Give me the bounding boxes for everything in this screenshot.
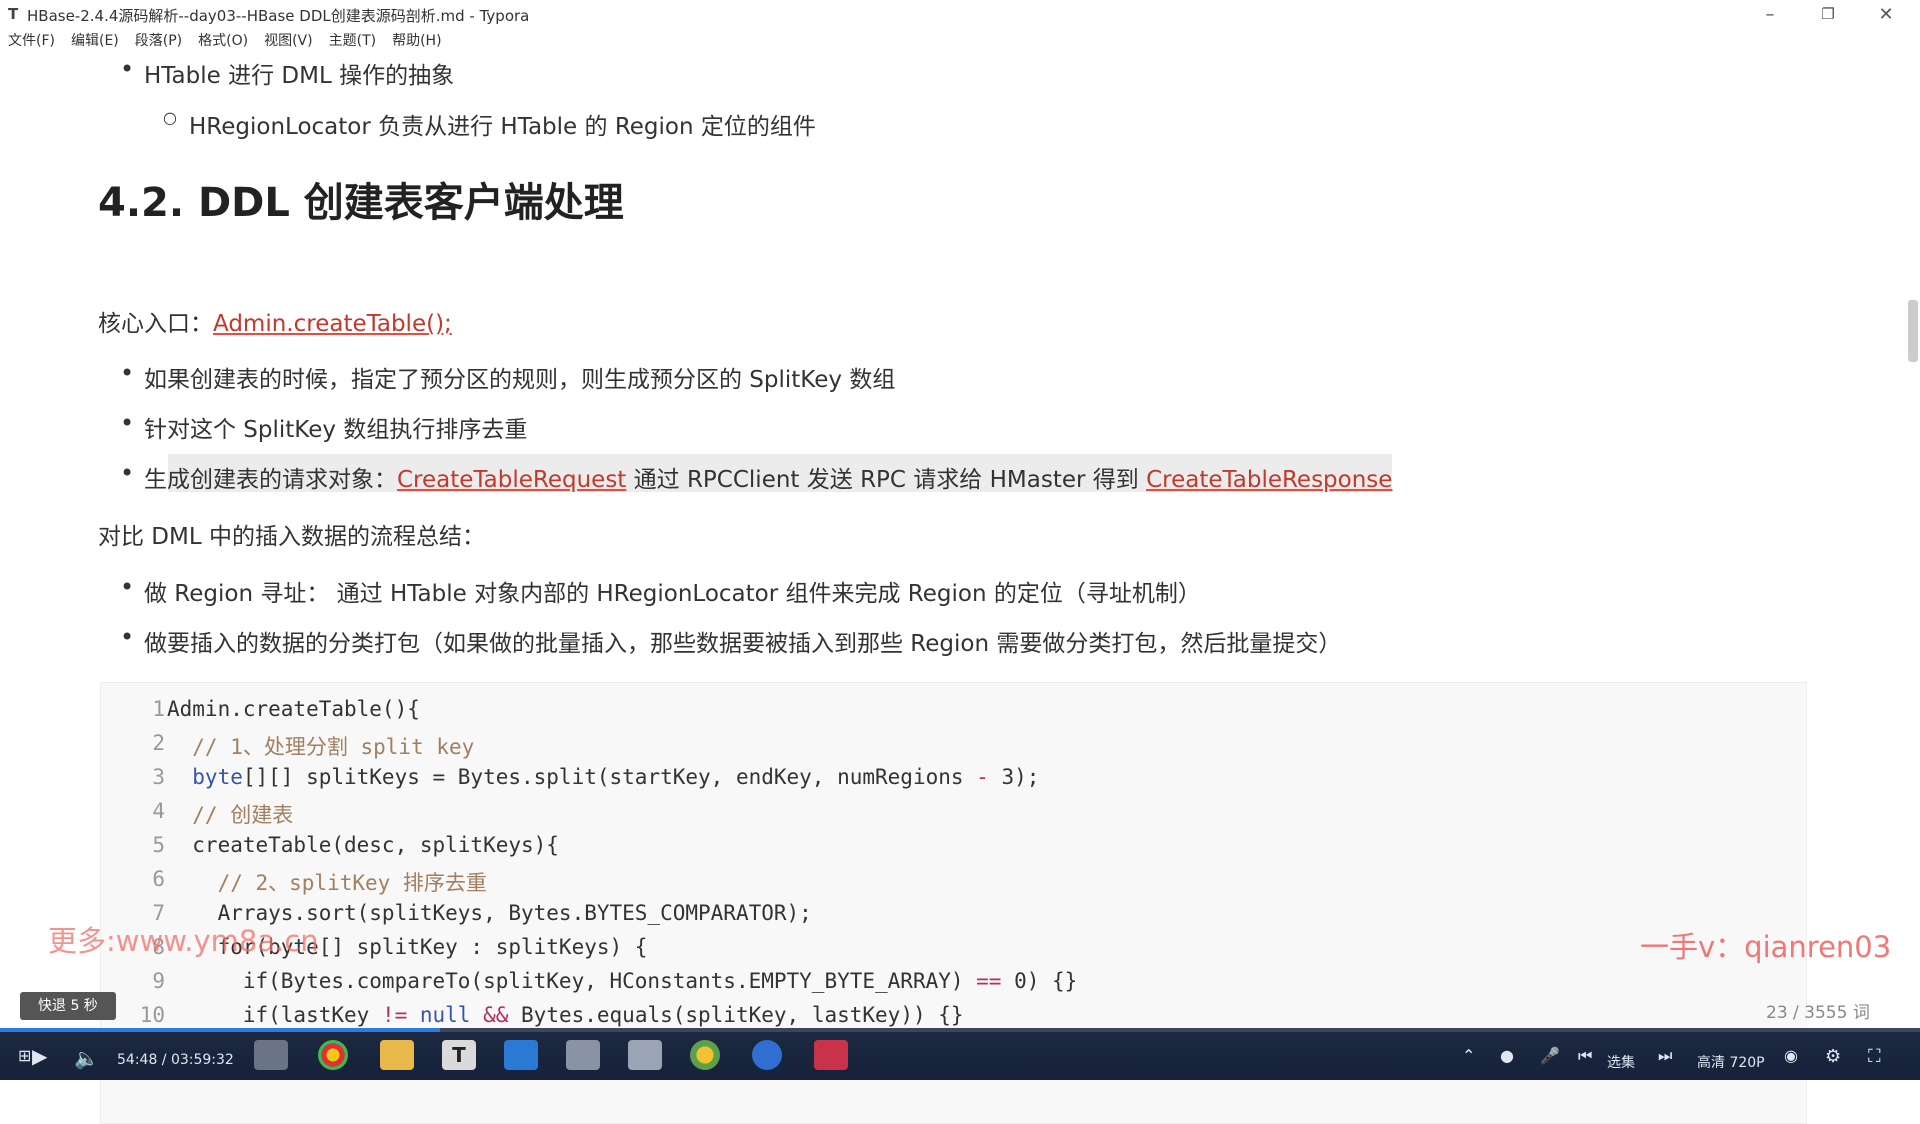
intellij-icon[interactable]	[814, 1040, 848, 1070]
watermark-right: 一手v：qianren03	[1640, 930, 1892, 964]
previous-icon[interactable]: ⏮	[1578, 1046, 1592, 1066]
code-text: Bytes.equals(splitKey, lastKey)) {}	[508, 1003, 964, 1027]
window-title: HBase-2.4.4源码解析--day03--HBase DDL创建表源码剖析…	[27, 7, 530, 25]
line-number: 4	[152, 799, 165, 823]
code-operator: ==	[976, 969, 1002, 993]
screenshot-icon[interactable]: ◉	[1784, 1046, 1798, 1065]
list-item-request: 生成创建表的请求对象：CreateTableRequest 通过 RPCClie…	[120, 459, 1392, 494]
code-keyword: byte	[167, 765, 243, 789]
play-button[interactable]: ▶	[32, 1044, 47, 1068]
code-operator: &&	[470, 1003, 509, 1027]
file-explorer-icon[interactable]	[380, 1040, 414, 1070]
chrome-icon[interactable]	[318, 1040, 348, 1070]
list-item-htable: HTable 进行 DML 操作的抽象	[120, 55, 454, 90]
minimize-button[interactable]: –	[1742, 0, 1798, 28]
settings-gear-icon[interactable]: ⚙	[1825, 1046, 1841, 1067]
list-item-splitkey: 如果创建表的时候，指定了预分区的规则，则生成预分区的 SplitKey 数组	[120, 359, 895, 394]
title-bar: T HBase-2.4.4源码解析--day03--HBase DDL创建表源码…	[0, 0, 1920, 28]
app-icon-7[interactable]	[628, 1040, 662, 1070]
list-item-sort: 针对这个 SplitKey 数组执行排序去重	[120, 409, 527, 444]
app-icon-6[interactable]	[566, 1040, 600, 1070]
app-icon-1[interactable]	[254, 1040, 288, 1070]
code-comment: // 1、处理分割 split key	[167, 735, 475, 759]
entry-paragraph: 核心入口：Admin.createTable();	[98, 304, 452, 338]
code-text: 3);	[988, 765, 1040, 789]
network-icon[interactable]: ●	[1500, 1046, 1514, 1065]
code-operator: !=	[381, 1003, 408, 1027]
menu-view[interactable]: 视图(V)	[264, 30, 313, 54]
menu-edit[interactable]: 编辑(E)	[71, 30, 119, 54]
create-table-request-link[interactable]: CreateTableRequest	[397, 467, 626, 493]
code-keyword: null	[407, 1003, 471, 1027]
line-number: 9	[152, 969, 165, 993]
code-text: if(Bytes.compareTo(splitKey, HConstants.…	[167, 969, 977, 993]
menu-paragraph[interactable]: 段落(P)	[135, 30, 182, 54]
progress-bar[interactable]	[0, 1028, 1920, 1032]
request-middle-text: 通过 RPCClient 发送 RPC 请求给 HMaster 得到	[626, 467, 1147, 493]
entry-label: 核心入口：	[98, 311, 213, 337]
fullscreen-icon[interactable]: ⛶	[1868, 1046, 1881, 1067]
section-heading: 4.2. DDL 创建表客户端处理	[98, 180, 624, 226]
line-number: 10	[139, 1003, 165, 1027]
menu-theme[interactable]: 主题(T)	[329, 30, 376, 54]
quality-selector[interactable]: 高清 720P	[1697, 1052, 1765, 1072]
compare-paragraph: 对比 DML 中的插入数据的流程总结：	[98, 524, 485, 550]
app-icon-5[interactable]	[504, 1040, 538, 1070]
entry-link[interactable]: Admin.createTable();	[213, 311, 452, 337]
menu-help[interactable]: 帮助(H)	[392, 30, 441, 54]
request-text: 生成创建表的请求对象：	[144, 467, 397, 493]
microphone-icon[interactable]: 🎤	[1540, 1046, 1560, 1065]
next-icon[interactable]: ⏭	[1658, 1046, 1672, 1066]
line-number: 6	[152, 867, 165, 891]
code-comment: // 创建表	[167, 803, 294, 827]
episodes-button[interactable]: 选集	[1607, 1052, 1635, 1072]
vertical-scrollbar-thumb[interactable]	[1908, 300, 1918, 362]
word-count: 23 / 3555 词	[1766, 1003, 1870, 1023]
line-number: 2	[152, 731, 165, 755]
close-button[interactable]: ✕	[1858, 0, 1914, 28]
app-icon-8[interactable]	[690, 1040, 720, 1070]
typora-taskbar-icon[interactable]: T	[442, 1040, 476, 1070]
typora-app-icon: T	[8, 5, 19, 23]
code-text: if(lastKey	[167, 1003, 382, 1027]
line-number: 5	[152, 833, 165, 857]
code-text: createTable(desc, splitKeys){	[167, 833, 559, 857]
chevron-up-icon[interactable]: ⌃	[1462, 1046, 1475, 1065]
menu-format[interactable]: 格式(O)	[198, 30, 248, 54]
menu-bar: 文件(F) 编辑(E) 段落(P) 格式(O) 视图(V) 主题(T) 帮助(H…	[0, 30, 458, 54]
playback-time: 54:48 / 03:59:32	[117, 1052, 234, 1068]
seek-back-hint: 快退 5 秒	[20, 992, 116, 1020]
windows-start-icon[interactable]: ⊞	[18, 1046, 31, 1065]
watermark-left: 更多:www.ym8a.cn	[48, 924, 319, 958]
code-text: [][] splitKeys = Bytes.split(startKey, e…	[242, 765, 977, 789]
code-text: 0) {}	[1001, 969, 1078, 993]
code-comment: // 2、splitKey 排序去重	[167, 871, 487, 895]
volume-icon[interactable]: 🔈	[74, 1046, 99, 1070]
app-icon-9[interactable]	[752, 1040, 782, 1070]
line-number: 1	[152, 697, 165, 721]
progress-fill	[0, 1028, 440, 1032]
list-item-packaging: 做要插入的数据的分类打包（如果做的批量插入，那些数据要被插入到那些 Region…	[120, 623, 1341, 658]
create-table-response-link[interactable]: CreateTableResponse	[1146, 467, 1392, 493]
line-number: 3	[152, 765, 165, 789]
menu-file[interactable]: 文件(F)	[8, 30, 55, 54]
code-text: Admin.createTable(){	[167, 697, 420, 721]
list-item-region-addressing: 做 Region 寻址： 通过 HTable 对象内部的 HRegionLoca…	[120, 573, 1201, 608]
restore-button[interactable]: ❐	[1800, 0, 1856, 28]
sub-list-item-locator: HRegionLocator 负责从进行 HTable 的 Region 定位的…	[163, 107, 816, 141]
code-operator: -	[976, 765, 989, 789]
